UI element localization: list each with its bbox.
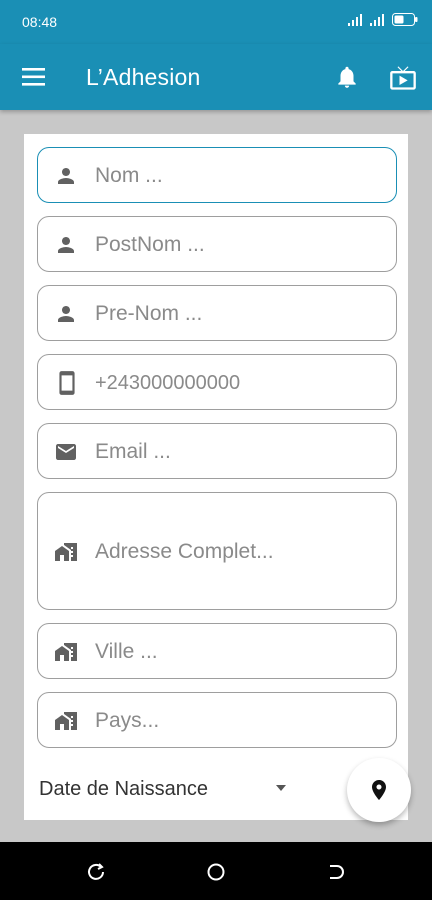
nom-field[interactable]: Nom ... bbox=[37, 147, 397, 203]
signal-icon bbox=[348, 13, 362, 26]
back-icon[interactable] bbox=[326, 862, 346, 882]
arrow-drop-down-icon bbox=[276, 785, 286, 791]
person-icon bbox=[58, 168, 74, 184]
smartphone-icon bbox=[59, 371, 75, 395]
person-icon bbox=[58, 306, 74, 322]
home-work-icon bbox=[55, 643, 77, 661]
email-placeholder: Email ... bbox=[95, 440, 171, 463]
tv-icon[interactable] bbox=[389, 64, 417, 92]
email-field[interactable]: Email ... bbox=[37, 423, 397, 479]
phone-placeholder: +243000000000 bbox=[95, 372, 241, 394]
adresse-placeholder: Adresse Complet... bbox=[95, 540, 274, 563]
app-bar: L’Adhesion bbox=[0, 44, 432, 110]
pays-field[interactable]: Pays... bbox=[37, 692, 397, 748]
status-bar: 08:48 bbox=[0, 0, 432, 44]
home-work-icon bbox=[55, 712, 77, 730]
system-nav-bar bbox=[0, 842, 432, 900]
date-naissance-label: Date de Naissance bbox=[39, 778, 208, 800]
postnom-field[interactable]: PostNom ... bbox=[37, 216, 397, 272]
location-pin-icon bbox=[372, 780, 386, 800]
status-time: 08:48 bbox=[22, 14, 58, 30]
prenom-placeholder: Pre-Nom ... bbox=[95, 302, 203, 325]
ville-field[interactable]: Ville ... bbox=[37, 623, 397, 679]
signal-icon bbox=[370, 13, 384, 26]
page-title: L’Adhesion bbox=[86, 64, 201, 90]
nom-placeholder: Nom ... bbox=[95, 164, 163, 187]
status-icons bbox=[348, 13, 418, 26]
adresse-field[interactable]: Adresse Complet... bbox=[37, 492, 397, 610]
pays-placeholder: Pays... bbox=[95, 709, 160, 732]
home-icon[interactable] bbox=[206, 862, 226, 882]
menu-icon[interactable] bbox=[22, 65, 46, 89]
postnom-placeholder: PostNom ... bbox=[95, 233, 205, 256]
recent-apps-icon[interactable] bbox=[86, 862, 106, 882]
prenom-field[interactable]: Pre-Nom ... bbox=[37, 285, 397, 341]
person-icon bbox=[58, 237, 74, 253]
bell-icon[interactable] bbox=[334, 64, 360, 90]
battery-icon bbox=[392, 13, 418, 26]
phone-field[interactable]: +243000000000 bbox=[37, 354, 397, 410]
home-work-icon bbox=[55, 543, 77, 561]
email-icon bbox=[56, 444, 76, 460]
date-naissance-dropdown[interactable]: Date de Naissance bbox=[39, 776, 299, 804]
ville-placeholder: Ville ... bbox=[95, 640, 158, 663]
location-button[interactable] bbox=[347, 758, 411, 822]
